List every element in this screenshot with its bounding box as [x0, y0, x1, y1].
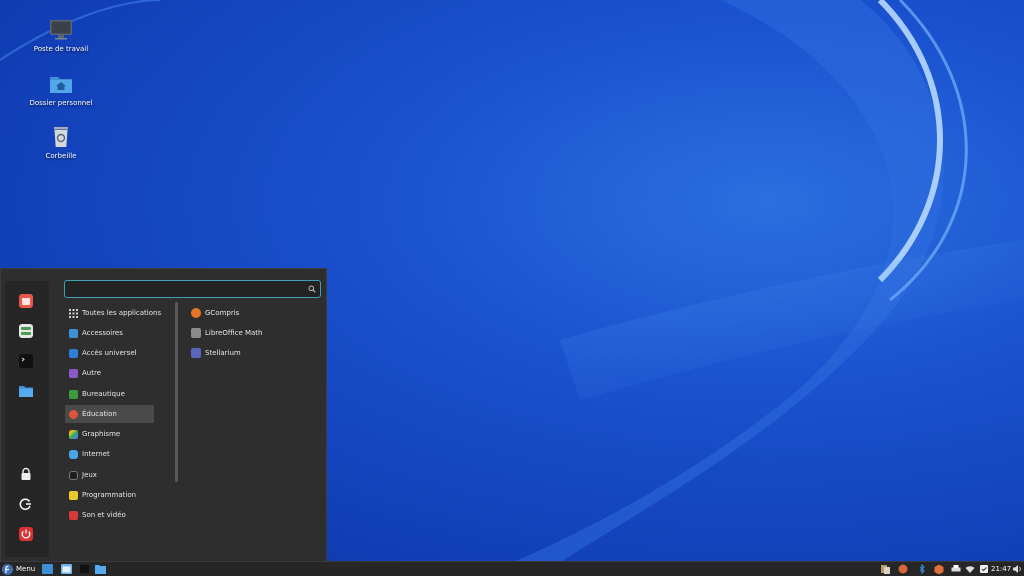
menu-search-input[interactable]	[69, 283, 299, 295]
libreoffice-math-icon	[191, 328, 201, 338]
shutdown-button[interactable]	[16, 524, 36, 544]
graphics-icon	[69, 429, 78, 439]
system-settings-icon	[19, 324, 33, 338]
files-icon[interactable]	[95, 564, 106, 574]
search-icon	[308, 285, 316, 293]
clock[interactable]: 21:47	[991, 565, 1011, 573]
category-label: Programmation	[82, 491, 137, 499]
desktop-icon-trash[interactable]: Corbeille	[21, 125, 101, 160]
category-accessibility[interactable]: Accès universel	[65, 344, 154, 362]
favorite-files[interactable]	[16, 381, 36, 401]
category-scrollbar[interactable]	[175, 302, 178, 482]
category-programming[interactable]: Programmation	[65, 486, 154, 504]
internet-icon	[69, 449, 78, 459]
stellarium-icon	[191, 348, 201, 358]
category-label: Accès universel	[82, 349, 137, 357]
accessories-icon	[69, 328, 78, 338]
app-label: GCompris	[205, 309, 240, 317]
office-icon	[69, 389, 78, 399]
grid-icon	[69, 308, 78, 318]
category-label: Autre	[82, 369, 102, 377]
category-education[interactable]: Éducation	[65, 405, 154, 423]
education-icon	[69, 409, 78, 419]
category-label: Internet	[82, 450, 110, 458]
app-gcompris[interactable]: GCompris	[191, 305, 239, 321]
logout-button[interactable]	[16, 494, 36, 514]
power-icon	[19, 527, 33, 541]
terminal-icon[interactable]	[79, 564, 90, 574]
app-stellarium[interactable]: Stellarium	[191, 345, 241, 361]
wifi-icon[interactable]	[965, 564, 975, 574]
menu-button[interactable]: Menu	[2, 563, 35, 575]
app-label: Stellarium	[205, 349, 241, 357]
app-label: LibreOffice Math	[205, 329, 263, 337]
computer-icon	[50, 20, 72, 40]
list-fade	[65, 526, 154, 538]
favorite-system-settings[interactable]	[16, 321, 36, 341]
category-accessories[interactable]: Accessoires	[65, 324, 154, 342]
category-label: Graphisme	[82, 430, 121, 438]
category-other[interactable]: Autre	[65, 364, 154, 382]
printer-icon[interactable]	[951, 564, 961, 574]
category-label: Toutes les applications	[82, 309, 162, 317]
app-libreoffice-math[interactable]: LibreOffice Math	[191, 325, 263, 341]
update-icon[interactable]	[898, 564, 908, 574]
show-desktop-icon[interactable]	[42, 564, 53, 574]
software-manager-icon	[19, 294, 33, 308]
desktop-icon-label: Dossier personnel	[29, 99, 93, 107]
category-label: Son et vidéo	[82, 511, 126, 519]
category-label: Bureautique	[82, 390, 125, 398]
package-icon[interactable]	[934, 564, 944, 574]
category-all-applications[interactable]: Toutes les applications	[65, 304, 161, 322]
favorite-terminal[interactable]	[16, 351, 36, 371]
category-graphics[interactable]: Graphisme	[65, 425, 154, 443]
clipboard-icon[interactable]	[880, 564, 890, 574]
programming-icon	[69, 490, 78, 500]
category-label: Éducation	[82, 410, 117, 418]
lock-icon	[21, 467, 31, 480]
desktop-icon-label: Corbeille	[45, 152, 77, 160]
gcompris-icon	[191, 308, 201, 318]
volume-icon[interactable]	[1012, 564, 1022, 574]
accessibility-icon	[69, 348, 78, 358]
home-folder-icon	[50, 77, 72, 93]
taskbar: Menu 21:47	[0, 561, 1024, 576]
menu-button-label: Menu	[16, 565, 36, 573]
favorite-software-manager[interactable]	[16, 291, 36, 311]
trash-icon	[54, 127, 68, 147]
bluetooth-icon[interactable]	[917, 564, 927, 574]
category-multimedia[interactable]: Son et vidéo	[65, 506, 154, 524]
application-menu	[0, 268, 327, 562]
category-office[interactable]: Bureautique	[65, 385, 154, 403]
fedora-logo-icon	[2, 563, 13, 575]
desktop-icon-computer[interactable]: Poste de travail	[21, 18, 101, 53]
category-internet[interactable]: Internet	[65, 445, 154, 463]
category-label: Accessoires	[82, 329, 123, 337]
lock-screen-button[interactable]	[16, 464, 36, 484]
browser-icon[interactable]	[61, 564, 72, 574]
menu-search-box[interactable]	[64, 280, 321, 298]
files-icon	[19, 386, 33, 397]
category-games[interactable]: Jeux	[65, 466, 154, 484]
notes-icon[interactable]	[979, 564, 989, 574]
other-icon	[69, 368, 78, 378]
desktop-icon-label: Poste de travail	[33, 45, 89, 53]
desktop-icon-home[interactable]: Dossier personnel	[21, 72, 101, 107]
multimedia-icon	[69, 510, 78, 520]
category-label: Jeux	[82, 471, 97, 479]
logout-icon	[19, 498, 31, 510]
terminal-icon	[19, 354, 33, 368]
games-icon	[69, 470, 78, 480]
